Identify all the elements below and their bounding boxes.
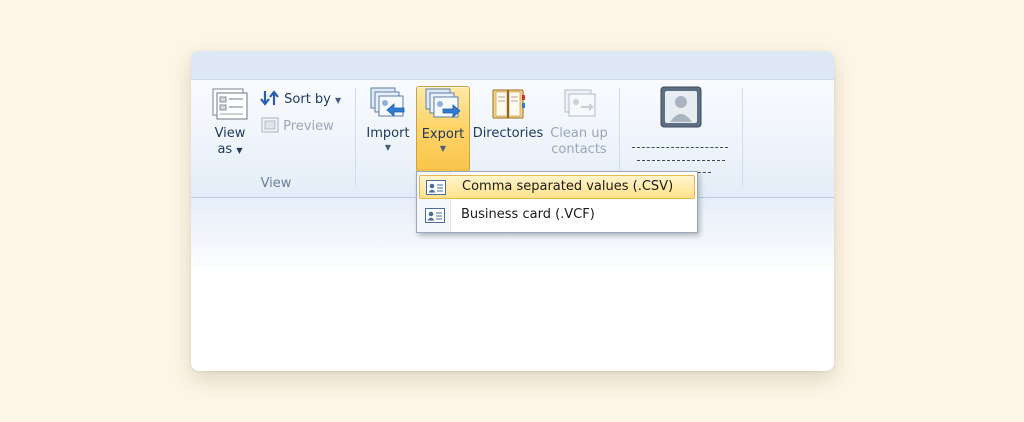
- view-as-label-line1: View: [214, 126, 246, 141]
- import-label: Import: [366, 126, 410, 141]
- export-contacts-icon: [425, 88, 461, 118]
- export-button[interactable]: Export ▼: [416, 86, 470, 172]
- chevron-down-icon: ▼: [384, 143, 392, 152]
- menu-item-label: Business card (.VCF): [461, 207, 595, 222]
- clean-up-label-line1: Clean up: [550, 126, 608, 141]
- import-button[interactable]: Import ▼: [363, 86, 413, 170]
- obscured-label-line: [637, 160, 725, 161]
- menu-item-export-vcf[interactable]: Business card (.VCF): [419, 203, 693, 227]
- view-as-icon: [212, 88, 248, 120]
- contact-card-button[interactable]: [631, 86, 731, 170]
- chevron-down-icon: ▼: [439, 144, 447, 153]
- sort-by-button[interactable]: Sort by ▼: [260, 90, 341, 110]
- clean-up-contacts-button[interactable]: Clean up contacts: [547, 86, 611, 170]
- chevron-down-icon: ▼: [335, 96, 342, 105]
- address-book-icon: [492, 89, 525, 119]
- view-as-label-line2: as ▼: [217, 142, 243, 157]
- view-group-label: View: [260, 176, 292, 191]
- import-contacts-icon: [370, 87, 405, 117]
- directories-label: Directories: [472, 126, 544, 141]
- group-separator: [355, 88, 356, 186]
- obscured-label-line: [632, 147, 728, 148]
- view-as-button[interactable]: View as ▼: [205, 86, 255, 170]
- directories-button[interactable]: Directories: [471, 86, 545, 170]
- title-bar: [191, 51, 834, 80]
- sort-by-label: Sort by: [284, 92, 331, 107]
- group-separator: [742, 88, 743, 186]
- sort-arrows-icon: [260, 90, 279, 106]
- preview-pane-icon: [261, 117, 279, 133]
- contact-card-icon: [425, 208, 445, 223]
- preview-label: Preview: [283, 119, 334, 134]
- chevron-down-icon: ▼: [236, 146, 243, 155]
- clean-up-contacts-icon: [564, 89, 596, 117]
- contact-card-icon: [660, 86, 702, 128]
- menu-item-export-csv[interactable]: Comma separated values (.CSV): [419, 175, 695, 199]
- clean-up-label-line2: contacts: [551, 142, 607, 157]
- preview-button[interactable]: Preview: [261, 117, 334, 137]
- export-dropdown-menu: Comma separated values (.CSV) Business c…: [416, 171, 698, 233]
- contact-card-icon: [426, 180, 446, 195]
- menu-item-label: Comma separated values (.CSV): [462, 179, 674, 194]
- export-label: Export: [421, 127, 465, 142]
